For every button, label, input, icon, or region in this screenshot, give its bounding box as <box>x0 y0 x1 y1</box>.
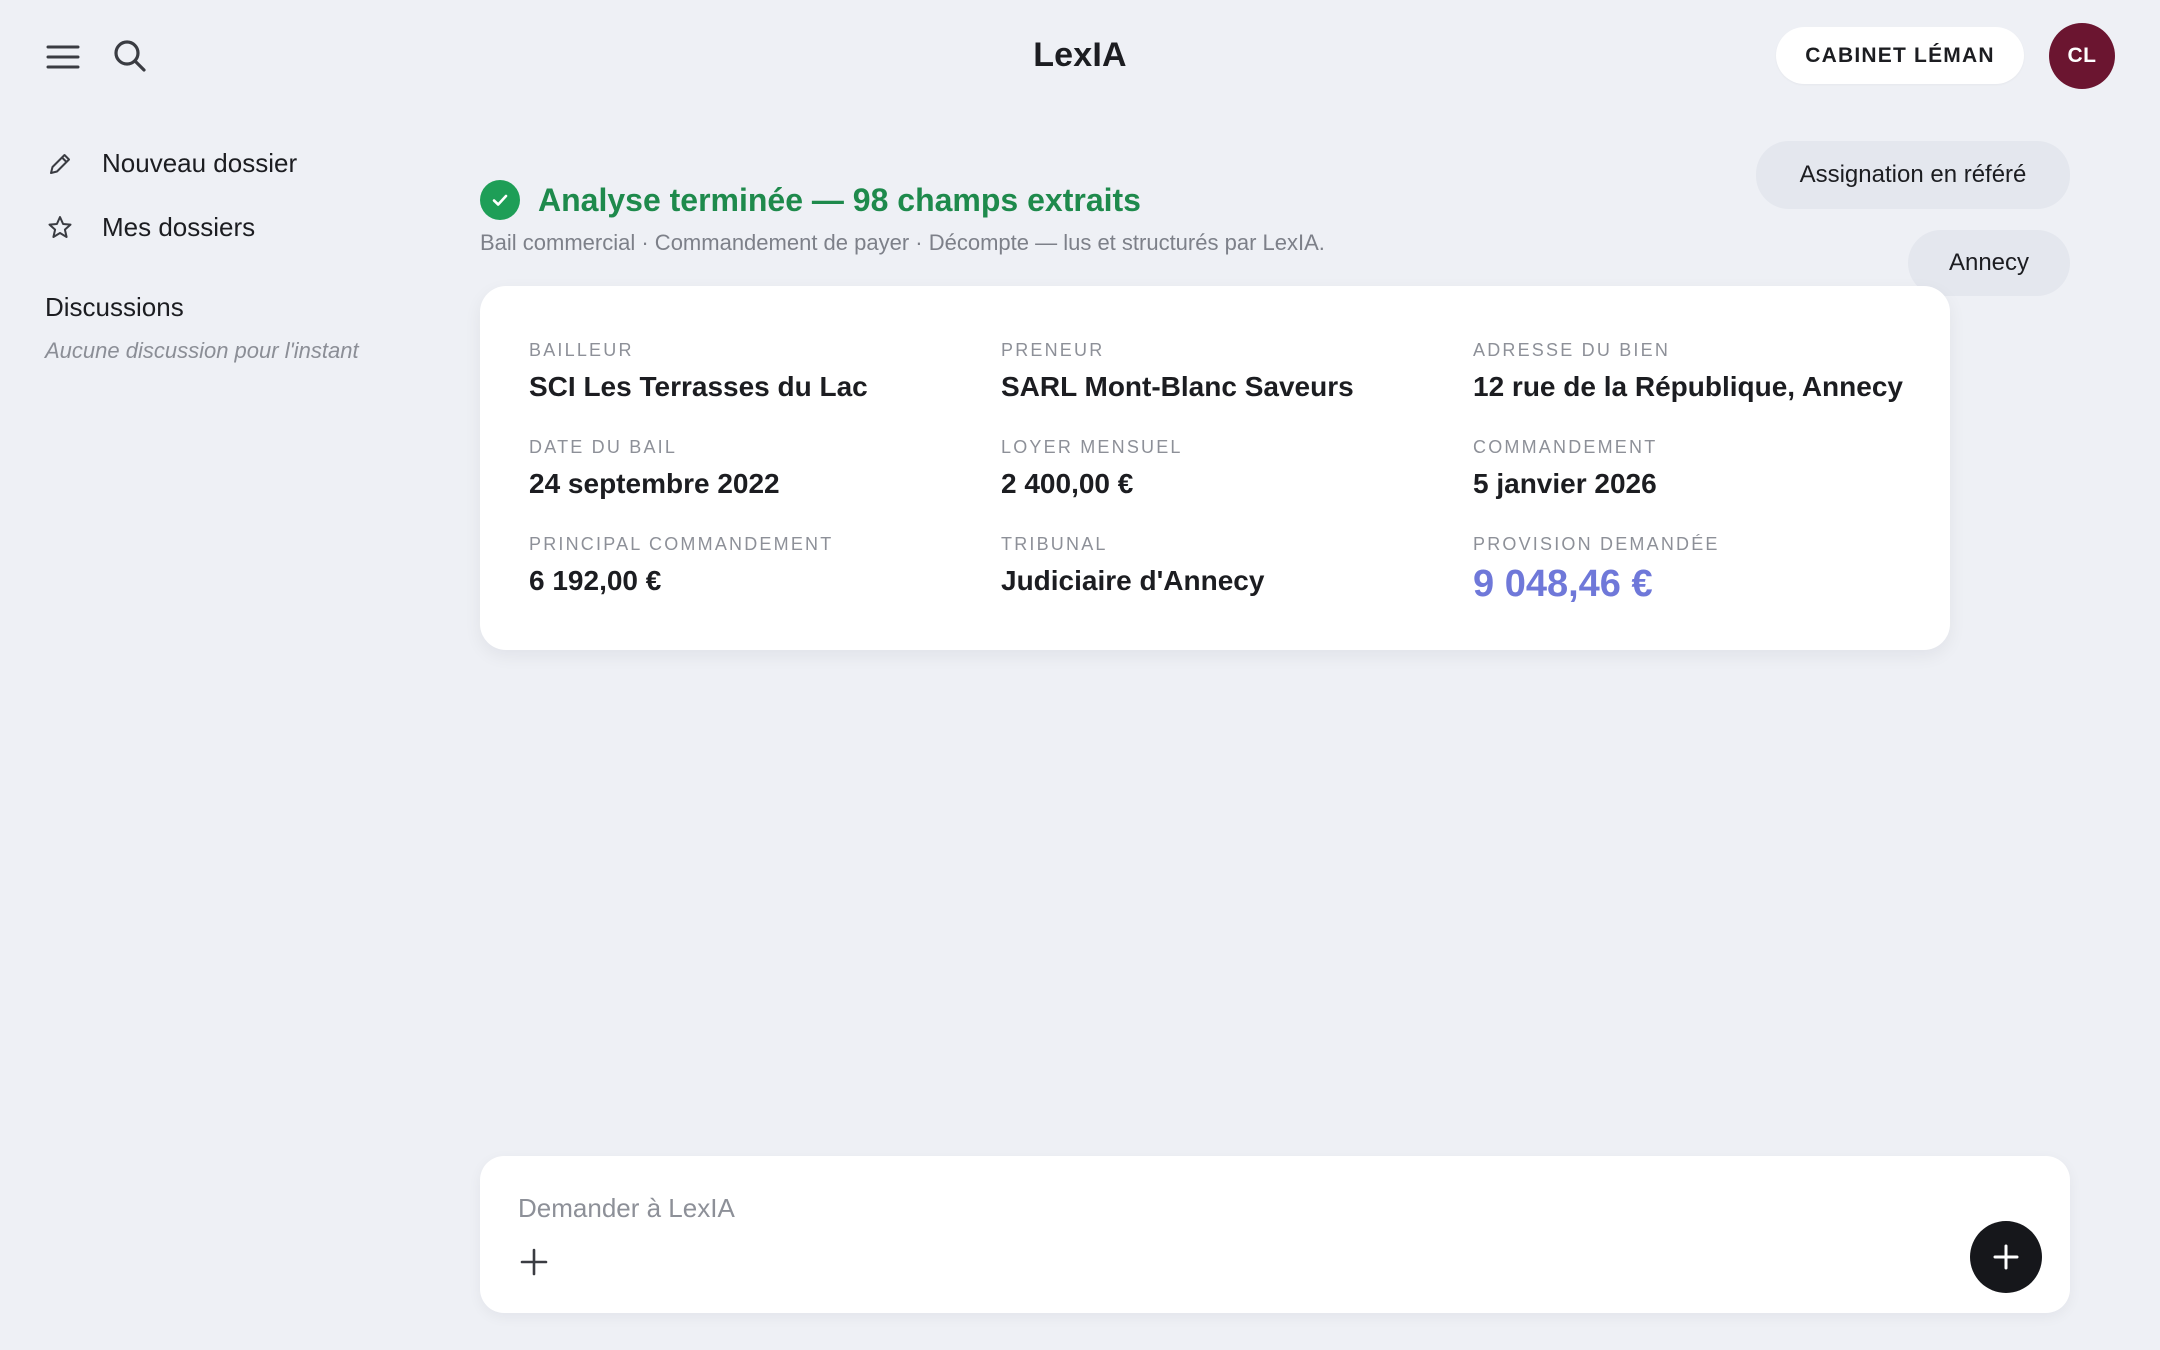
extracted-fields-card: BAILLEUR SCI Les Terrasses du Lac PRENEU… <box>480 286 1950 650</box>
field-label: COMMANDEMENT <box>1473 437 1658 457</box>
field-value-highlight: 9 048,46 € <box>1473 563 1653 605</box>
field-label: PROVISION DEMANDÉE <box>1473 534 1720 554</box>
field-label: LOYER MENSUEL <box>1001 437 1183 457</box>
avatar[interactable]: CL <box>2049 23 2115 89</box>
pencil-icon <box>50 153 70 174</box>
sidebar-item-label: Mes dossiers <box>102 212 256 242</box>
status-subtitle: Bail commercial · Commandement de payer … <box>480 230 1325 255</box>
plus-icon <box>1993 1244 2019 1270</box>
field-label: BAILLEUR <box>529 340 634 360</box>
firm-button[interactable]: CABINET LÉMAN <box>1776 27 2024 84</box>
field-label: TRIBUNAL <box>1001 534 1108 554</box>
field-provision: PROVISION DEMANDÉE 9 048,46 € <box>1473 534 1720 606</box>
attach-button[interactable] <box>516 1244 552 1280</box>
field-value: SCI Les Terrasses du Lac <box>529 371 868 402</box>
field-label: PRENEUR <box>1001 340 1105 360</box>
field-adresse: ADRESSE DU BIEN 12 rue de la République,… <box>1473 340 1903 403</box>
star-icon <box>48 215 72 238</box>
field-value: SARL Mont-Blanc Saveurs <box>1001 371 1354 402</box>
chip-city[interactable]: Annecy <box>1908 230 2070 296</box>
composer <box>480 1156 2070 1313</box>
field-value: Judiciaire d'Annecy <box>1001 565 1265 596</box>
field-value: 12 rue de la République, Annecy <box>1473 371 1903 402</box>
discussions-heading: Discussions <box>45 292 184 322</box>
field-value: 6 192,00 € <box>529 565 662 596</box>
field-tribunal: TRIBUNAL Judiciaire d'Annecy <box>1001 534 1264 597</box>
send-button[interactable] <box>1970 1221 2042 1293</box>
sidebar-item-my-files[interactable]: Mes dossiers <box>46 212 255 243</box>
sidebar-item-new-file[interactable]: Nouveau dossier <box>46 148 297 179</box>
field-principal: PRINCIPAL COMMANDEMENT 6 192,00 € <box>529 534 833 597</box>
sidebar-item-label: Nouveau dossier <box>102 148 298 178</box>
field-preneur: PRENEUR SARL Mont-Blanc Saveurs <box>1001 340 1354 403</box>
discussions-empty-text: Aucune discussion pour l'instant <box>45 338 359 363</box>
field-value: 2 400,00 € <box>1001 468 1134 499</box>
field-label: DATE DU BAIL <box>529 437 678 457</box>
field-date-bail: DATE DU BAIL 24 septembre 2022 <box>529 437 780 500</box>
ask-input[interactable] <box>518 1186 1918 1230</box>
field-label: PRINCIPAL COMMANDEMENT <box>529 534 834 554</box>
analysis-status: Analyse terminée — 98 champs extraits <box>480 180 1141 220</box>
chip-procedure[interactable]: Assignation en référé <box>1756 141 2070 209</box>
field-bailleur: BAILLEUR SCI Les Terrasses du Lac <box>529 340 868 403</box>
field-label: ADRESSE DU BIEN <box>1473 340 1671 360</box>
field-value: 5 janvier 2026 <box>1473 468 1657 499</box>
plus-icon <box>520 1248 548 1276</box>
field-loyer: LOYER MENSUEL 2 400,00 € <box>1001 437 1183 500</box>
status-title: Analyse terminée — 98 champs extraits <box>538 181 1141 218</box>
field-commandement: COMMANDEMENT 5 janvier 2026 <box>1473 437 1657 500</box>
field-value: 24 septembre 2022 <box>529 468 780 499</box>
check-icon <box>480 180 520 220</box>
